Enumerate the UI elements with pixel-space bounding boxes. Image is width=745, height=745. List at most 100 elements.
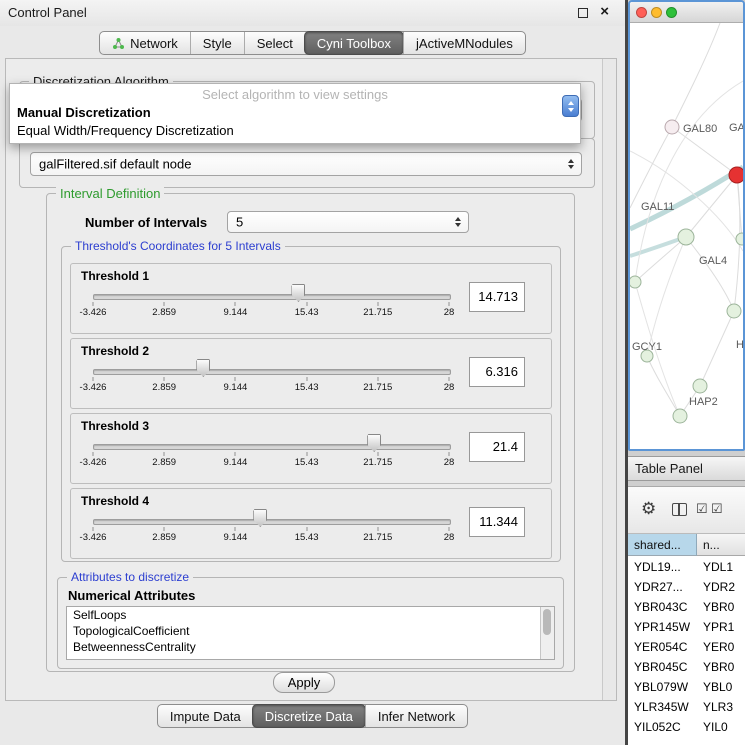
table-data-group: Table Data galFiltered.sif default node [19, 138, 595, 188]
table-row[interactable]: YDR27...YDR2 [628, 576, 745, 596]
algorithm-combo-stepper[interactable] [562, 95, 579, 117]
tab-style[interactable]: Style [190, 32, 244, 54]
tick-mark [235, 302, 236, 306]
network-edge[interactable] [630, 127, 672, 208]
tab-network[interactable]: Network [100, 32, 190, 54]
tick-mark [93, 527, 94, 531]
network-edge[interactable] [630, 237, 686, 256]
select-all-checkbox-icon[interactable]: ☑ [696, 501, 708, 516]
network-node[interactable] [630, 276, 641, 288]
tick-mark [449, 377, 450, 381]
table-cell: YLR3 [697, 696, 745, 716]
table-row[interactable]: YDL19...YDL1 [628, 556, 745, 576]
threshold-value-field[interactable]: 6.316 [469, 357, 525, 387]
right-region: GAL80GAGAL11GAL4GCY1HHAP2 Table Panel ⚙ … [628, 0, 745, 745]
tick-mark [377, 302, 378, 306]
slider-track[interactable] [93, 444, 451, 450]
table-row[interactable]: YBL079WYBL0 [628, 676, 745, 696]
tick-label: 9.144 [224, 307, 248, 318]
table-row[interactable]: YPR145WYPR1 [628, 616, 745, 636]
tick-mark [235, 527, 236, 531]
table-header: shared... n... [628, 534, 745, 556]
network-canvas[interactable]: GAL80GAGAL11GAL4GCY1HHAP2 [630, 23, 743, 449]
attribute-list-item[interactable]: BetweennessCentrality [67, 639, 554, 655]
threshold-value-field[interactable]: 11.344 [469, 507, 525, 537]
table-row[interactable]: YIL052CYIL0 [628, 716, 745, 736]
tick-mark [449, 452, 450, 456]
column-header-name[interactable]: n... [697, 534, 745, 556]
network-edge[interactable] [700, 311, 734, 386]
slider-track[interactable] [93, 369, 451, 375]
network-node[interactable] [693, 379, 707, 393]
column-header-shared-name[interactable]: shared... [628, 534, 697, 556]
algorithm-placeholder-option[interactable]: Select algorithm to view settings [10, 84, 580, 104]
show-columns-icon[interactable] [672, 503, 687, 516]
minimize-traffic-light-icon[interactable] [651, 7, 662, 18]
tick-mark [449, 302, 450, 306]
algorithm-dropdown-popup: Select algorithm to view settings Manual… [9, 83, 581, 144]
control-panel-title: Control Panel [8, 5, 87, 20]
tick-mark [93, 302, 94, 306]
tick-mark [164, 452, 165, 456]
scrollbar-thumb[interactable] [543, 609, 551, 635]
tick-mark [235, 452, 236, 456]
table-row[interactable]: YLR345WYLR3 [628, 696, 745, 716]
panel-scrollbar[interactable] [602, 59, 616, 700]
network-node[interactable] [736, 233, 743, 245]
network-edge[interactable] [630, 167, 743, 229]
bottom-tab-discretize-data[interactable]: Discretize Data [252, 704, 366, 728]
network-node[interactable] [727, 304, 741, 318]
table-row[interactable]: YBR043CYBR0 [628, 596, 745, 616]
zoom-traffic-light-icon[interactable] [666, 7, 677, 18]
network-edge[interactable] [647, 237, 686, 356]
tab-jactivemnodules[interactable]: jActiveMNodules [403, 32, 525, 54]
network-node[interactable] [729, 167, 743, 183]
network-window-titlebar[interactable] [630, 2, 743, 23]
table-data-combo[interactable]: galFiltered.sif default node [30, 152, 582, 176]
cyni-toolbox-panel: Discretization Algorithm Select algorith… [5, 58, 617, 701]
table-row[interactable]: YER054CYER0 [628, 636, 745, 656]
tick-mark [377, 452, 378, 456]
network-edge[interactable] [686, 237, 734, 311]
network-node[interactable] [665, 120, 679, 134]
threshold-panel: Threshold 3 -3.4262.8599.14415.4321.7152… [70, 413, 552, 484]
num-intervals-combo[interactable]: 5 [227, 211, 469, 233]
algorithm-option[interactable]: Manual Discretization [10, 104, 580, 122]
close-traffic-light-icon[interactable] [636, 7, 647, 18]
table-settings-gear-icon[interactable]: ⚙ [641, 500, 656, 517]
tick-mark [93, 452, 94, 456]
bottom-tab-infer-network[interactable]: Infer Network [365, 705, 467, 727]
network-edge[interactable] [672, 23, 720, 127]
tab-label: Impute Data [170, 709, 241, 724]
slider-track[interactable] [93, 294, 451, 300]
tick-label: 15.43 [295, 382, 319, 393]
float-panel-icon[interactable] [578, 8, 588, 18]
network-node[interactable] [678, 229, 694, 245]
algorithm-option[interactable]: Equal Width/Frequency Discretization [10, 122, 580, 140]
thresholds-group: Threshold's Coordinates for 5 Intervals … [61, 246, 561, 562]
tick-label: 28 [444, 382, 455, 393]
apply-button[interactable]: Apply [273, 672, 335, 693]
table-row[interactable]: YBR045CYBR0 [628, 656, 745, 676]
network-edge[interactable] [635, 81, 743, 282]
table-cell: YER0 [697, 636, 745, 656]
threshold-value-field[interactable]: 21.4 [469, 432, 525, 462]
threshold-value-field[interactable]: 14.713 [469, 282, 525, 312]
attributes-list[interactable]: SelfLoopsTopologicalCoefficientBetweenne… [66, 606, 555, 660]
network-edge[interactable] [647, 356, 680, 416]
attribute-list-item[interactable]: TopologicalCoefficient [67, 623, 554, 639]
stepper-up-icon [568, 101, 574, 105]
tab-select[interactable]: Select [244, 32, 305, 54]
table-cell: YBR0 [697, 656, 745, 676]
close-panel-icon[interactable]: × [600, 3, 609, 21]
slider-track[interactable] [93, 519, 451, 525]
numerical-attributes-label: Numerical Attributes [68, 588, 195, 603]
attribute-list-item[interactable]: SelfLoops [67, 607, 554, 623]
network-node[interactable] [673, 409, 687, 423]
tab-cyni-toolbox[interactable]: Cyni Toolbox [304, 31, 404, 55]
bottom-tab-impute-data[interactable]: Impute Data [158, 705, 253, 727]
tab-label: Infer Network [378, 709, 455, 724]
attributes-scrollbar[interactable] [540, 607, 554, 659]
select-column-checkbox-icon[interactable]: ☑ [711, 501, 723, 516]
tab-label: Style [203, 36, 232, 51]
